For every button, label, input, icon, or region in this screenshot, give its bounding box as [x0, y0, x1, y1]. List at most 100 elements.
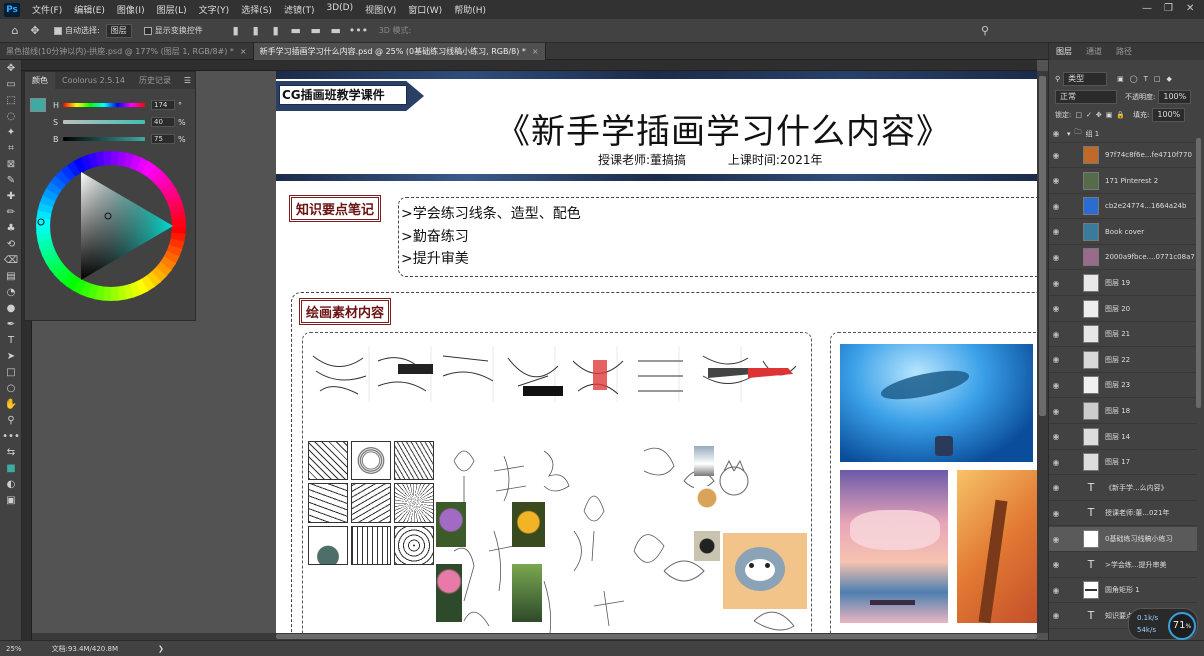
menu-item[interactable]: 编辑(E) — [68, 3, 111, 16]
lasso-tool-icon[interactable]: ◌ — [0, 108, 22, 124]
default-colors-tool-icon[interactable]: ⇆ — [0, 444, 22, 460]
color-panel-tab[interactable]: 历史记录 — [132, 75, 178, 86]
visibility-eye-icon[interactable]: ◉ — [1049, 560, 1063, 569]
search-icon[interactable]: ⚲ — [978, 24, 992, 38]
menu-item[interactable]: 文字(Y) — [193, 3, 236, 16]
auto-select-checkbox[interactable]: 自动选择: — [54, 25, 100, 36]
layer-filter-dropdown[interactable]: 类型 — [1063, 72, 1108, 86]
screen-mode-tool-icon[interactable]: ▣ — [0, 492, 22, 508]
visibility-eye-icon[interactable]: ◉ — [1049, 202, 1063, 211]
visibility-eye-icon[interactable]: ◉ — [1049, 129, 1063, 138]
document-tab[interactable]: 新手学习插画学习什么内容.psd @ 25% (0基础练习线稿小练习, RGB/… — [253, 43, 546, 60]
color-panel-tab[interactable]: 颜色 — [25, 72, 55, 89]
layer-row[interactable]: ◉ cb2e24774...1664a24b — [1049, 194, 1197, 220]
dodge-tool-icon[interactable]: ● — [0, 300, 22, 316]
align-left-icon[interactable]: ▮ — [229, 24, 243, 38]
menu-item[interactable]: 滤镜(T) — [278, 3, 321, 16]
home-icon[interactable]: ⌂ — [8, 24, 22, 38]
rectangle-tool-icon[interactable]: □ — [0, 364, 22, 380]
fill-field[interactable]: 100% — [1152, 108, 1186, 122]
crop-tool-icon[interactable]: ⌗ — [0, 140, 22, 156]
move-tool-icon[interactable]: ✥ — [0, 60, 22, 76]
marquee-tool-icon[interactable]: ⬚ — [0, 92, 22, 108]
layer-row[interactable]: ◉ 图层 14 — [1049, 425, 1197, 450]
align-top-icon[interactable]: ▬ — [289, 24, 303, 38]
visibility-eye-icon[interactable]: ◉ — [1049, 586, 1063, 595]
type-tool-icon[interactable]: T — [0, 332, 22, 348]
color-wheel[interactable] — [33, 148, 189, 304]
more-tools-tool-icon[interactable]: ••• — [0, 428, 22, 444]
layer-row[interactable]: ◉ T >学会练...提升审美 — [1049, 553, 1197, 578]
color-slider-s[interactable]: S 40% — [25, 117, 186, 127]
menu-item[interactable]: 帮助(H) — [448, 3, 492, 16]
zoom-tool-icon[interactable]: ⚲ — [0, 412, 22, 428]
layers-scrollbar[interactable] — [1196, 138, 1201, 408]
layer-row[interactable]: ◉ T 《新手学...么内容》 — [1049, 476, 1197, 501]
horizontal-scroll-thumb[interactable] — [276, 634, 1037, 639]
layer-row[interactable]: ◉ 图层 22 — [1049, 348, 1197, 373]
visibility-eye-icon[interactable]: ◉ — [1049, 611, 1063, 620]
filter-icons[interactable]: ▣◯T□◆ — [1117, 75, 1178, 83]
document-tab[interactable]: 黑色描线(10分钟以内)-拱座.psd @ 177% (图层 1, RGB/8#… — [0, 43, 254, 60]
visibility-eye-icon[interactable]: ◉ — [1049, 176, 1063, 185]
visibility-eye-icon[interactable]: ◉ — [1049, 432, 1063, 441]
hand-tool-icon[interactable]: ✋ — [0, 396, 22, 412]
layer-row[interactable]: ◉ 圆角矩形 1 — [1049, 578, 1197, 604]
blend-mode-dropdown[interactable]: 正常 — [1055, 90, 1117, 104]
slider-track[interactable] — [63, 103, 145, 107]
visibility-eye-icon[interactable]: ◉ — [1049, 304, 1063, 313]
show-transform-checkbox[interactable]: 显示变换控件 — [143, 25, 203, 36]
visibility-eye-icon[interactable]: ◉ — [1049, 535, 1063, 544]
visibility-eye-icon[interactable]: ◉ — [1049, 227, 1063, 236]
restore-icon[interactable]: ❐ — [1164, 3, 1173, 14]
lock-icons[interactable]: □✓✥▣🔒 — [1075, 111, 1129, 119]
layer-row[interactable]: ◉ Book cover — [1049, 220, 1197, 245]
visibility-eye-icon[interactable]: ◉ — [1049, 509, 1063, 518]
align-right-icon[interactable]: ▮ — [269, 24, 283, 38]
photoshop-logo-icon[interactable]: Ps — [4, 2, 20, 17]
more-options-icon[interactable]: ••• — [349, 24, 368, 38]
quick-mask-tool-icon[interactable]: ◐ — [0, 476, 22, 492]
align-middle-icon[interactable]: ▬ — [309, 24, 323, 38]
layer-row[interactable]: ◉ 图层 23 — [1049, 373, 1197, 399]
auto-select-dropdown[interactable]: 图层 — [105, 23, 132, 38]
close-window-icon[interactable]: ✕ — [1186, 3, 1194, 14]
eyedropper-tool-icon[interactable]: ✎ — [0, 172, 22, 188]
menu-item[interactable]: 3D(D) — [320, 3, 359, 16]
group-chevron-icon[interactable]: ▾ — [1067, 130, 1071, 138]
layer-row[interactable]: ◉ 图层 17 — [1049, 450, 1197, 476]
zoom-level[interactable]: 25% — [6, 645, 22, 653]
layer-row[interactable]: ◉ 171 Pinterest 2 — [1049, 169, 1197, 194]
menu-item[interactable]: 文件(F) — [26, 3, 68, 16]
layers-panel-tab[interactable]: 图层 — [1049, 46, 1079, 57]
layer-row[interactable]: ◉ 图层 18 — [1049, 399, 1197, 424]
slider-value[interactable]: 40 — [151, 117, 175, 127]
visibility-eye-icon[interactable]: ◉ — [1049, 330, 1063, 339]
menu-item[interactable]: 视图(V) — [359, 3, 402, 16]
healing-tool-icon[interactable]: ✚ — [0, 188, 22, 204]
gradient-tool-icon[interactable]: ▤ — [0, 268, 22, 284]
layer-row[interactable]: ◉ 0基础练习线稿小练习 — [1049, 527, 1197, 552]
slider-value[interactable]: 75 — [151, 134, 175, 144]
status-arrow-icon[interactable]: ❯ — [158, 645, 164, 653]
slider-track[interactable] — [63, 120, 145, 124]
path-select-tool-icon[interactable]: ➤ — [0, 348, 22, 364]
layer-row[interactable]: ◉ 图层 20 — [1049, 297, 1197, 322]
color-slider-h[interactable]: H 174 ° — [25, 100, 186, 110]
history-brush-tool-icon[interactable]: ⟲ — [0, 236, 22, 252]
menu-item[interactable]: 图层(L) — [151, 3, 193, 16]
layer-row[interactable]: ◉ 97f74c8f6e...fe4710f770 — [1049, 143, 1197, 168]
color-panel-tab[interactable]: Coolorus 2.5.14 — [55, 76, 132, 85]
pen-tool-icon[interactable]: ✒ — [0, 316, 22, 332]
visibility-eye-icon[interactable]: ◉ — [1049, 151, 1063, 160]
visibility-eye-icon[interactable]: ◉ — [1049, 279, 1063, 288]
vertical-scroll-thumb[interactable] — [1039, 76, 1046, 416]
panel-menu-icon[interactable]: ☰ — [184, 76, 191, 85]
horizontal-ruler[interactable] — [22, 60, 1037, 71]
menu-item[interactable]: 图像(I) — [111, 3, 151, 16]
fg-bg-color-tool-icon[interactable]: ■ — [0, 460, 22, 476]
menu-item[interactable]: 窗口(W) — [402, 3, 448, 16]
tab-close-icon[interactable]: × — [532, 47, 539, 56]
document-size[interactable]: 文档:93.4M/420.8M — [52, 644, 118, 654]
color-slider-b[interactable]: B 75% — [25, 134, 186, 144]
